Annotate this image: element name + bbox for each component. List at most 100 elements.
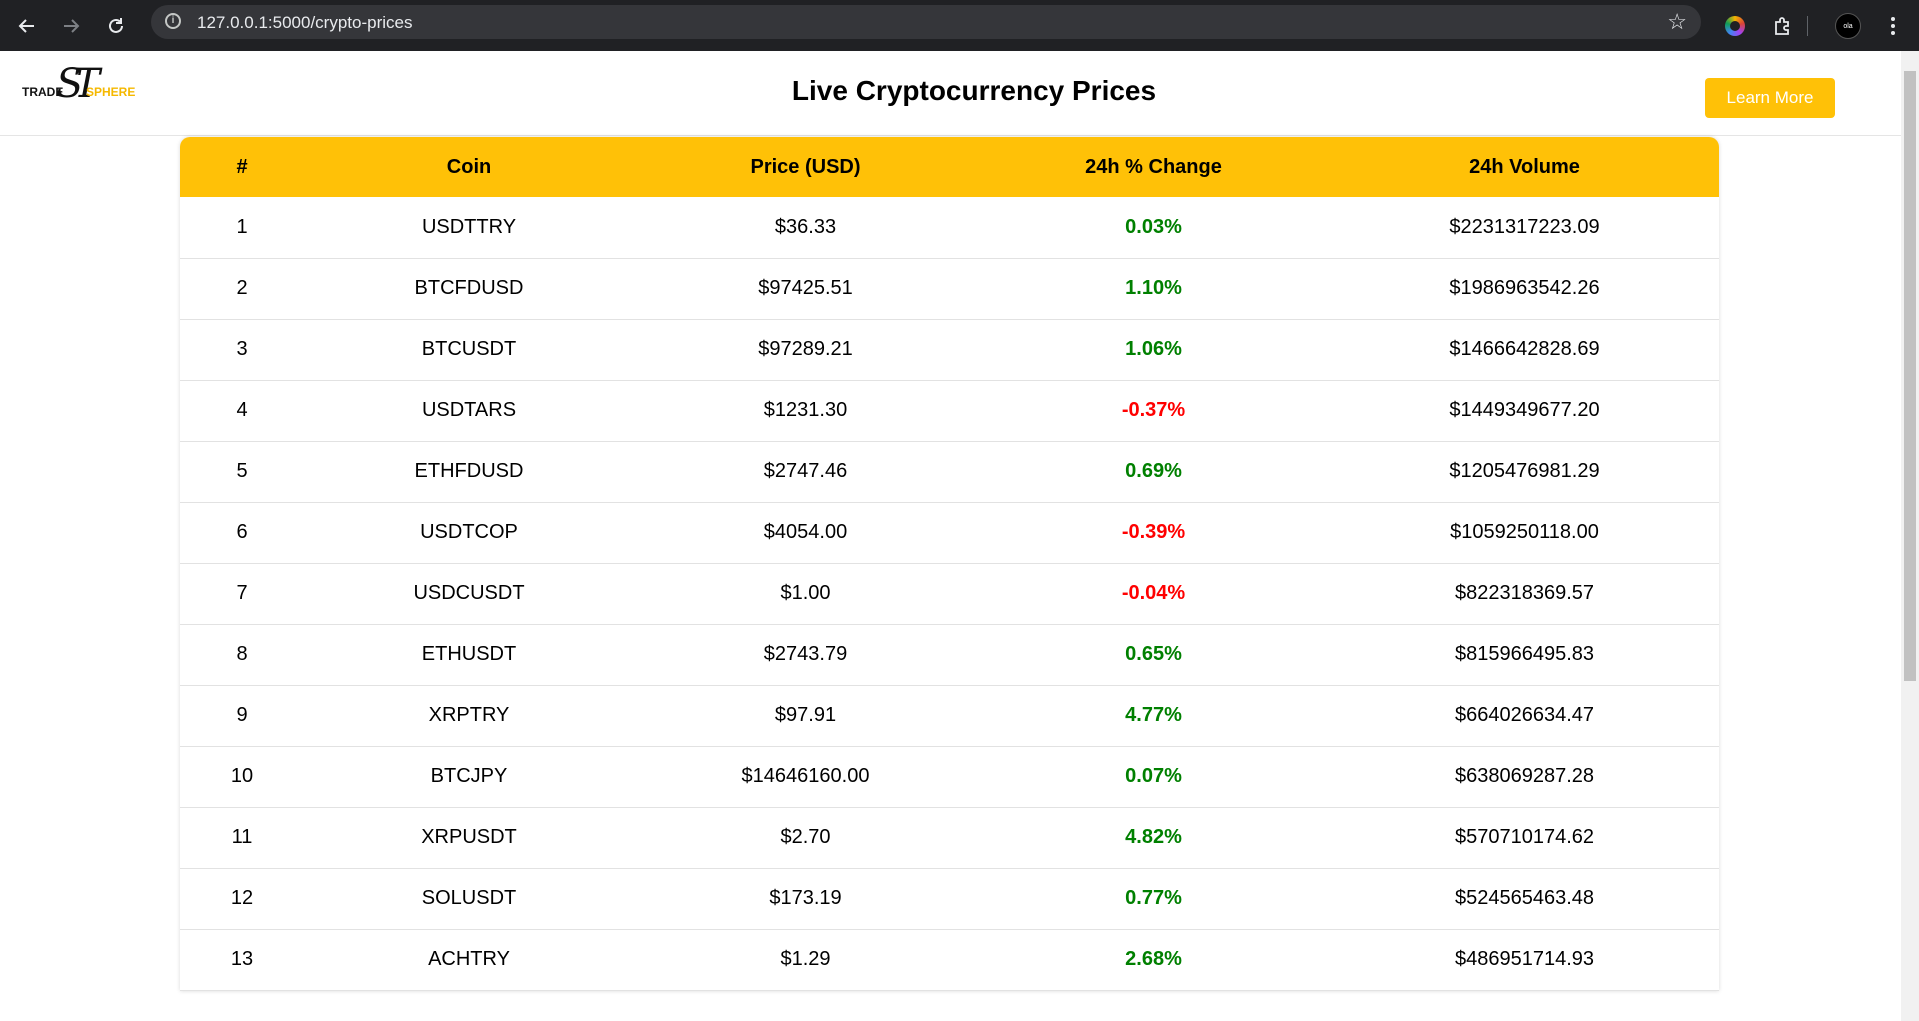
volume-cell: $1059250118.00 (1450, 521, 1599, 543)
table-row: 11 XRPUSDT $2.70 4.82% $570710174.62 (180, 807, 1719, 868)
table-row: 8 ETHUSDT $2743.79 0.65% $815966495.83 (180, 624, 1719, 685)
volume-cell: $486951714.93 (1454, 948, 1595, 970)
coin-cell: USDCUSDT (413, 582, 525, 604)
rank-cell: 3 (236, 338, 248, 360)
price-cell: $2.70 (780, 826, 831, 848)
price-cell: $1.00 (780, 582, 831, 604)
coin-cell: ACHTRY (428, 948, 510, 970)
page-title: Live Cryptocurrency Prices (791, 75, 1157, 106)
coin-cell: XRPUSDT (421, 826, 517, 848)
table-row: 10 BTCJPY $14646160.00 0.07% $638069287.28 (180, 746, 1719, 807)
table-row: 6 USDTCOP $4054.00 -0.39% $1059250118.00 (180, 502, 1719, 563)
volume-cell: $822318369.57 (1454, 582, 1595, 604)
coin-cell: BTCFDUSD (414, 277, 524, 299)
change-cell: 0.65% (1125, 643, 1182, 665)
color-profile-icon[interactable] (1718, 9, 1752, 43)
column-header-rank: # (236, 155, 248, 178)
volume-cell: $1466642828.69 (1449, 338, 1600, 360)
coin-cell: ETHUSDT (421, 643, 517, 665)
site-header: ST TRADE SPHERE Live Cryptocurrency Pric… (0, 51, 1901, 136)
volume-cell: $570710174.62 (1454, 826, 1595, 848)
column-header-coin: Coin (446, 155, 492, 178)
price-cell: $4054.00 (763, 521, 848, 543)
price-cell: $36.33 (774, 215, 837, 238)
table-row: 2 BTCFDUSD $97425.51 1.10% $1986963542.26 (180, 258, 1719, 319)
table-row: 12 SOLUSDT $173.19 0.77% $524565463.48 (180, 868, 1719, 929)
change-cell: 4.82% (1125, 826, 1182, 848)
browser-toolbar: i 127.0.0.1:5000/crypto-prices ☆ ola (0, 0, 1919, 51)
volume-cell: $524565463.48 (1454, 887, 1595, 909)
price-cell: $97425.51 (758, 277, 853, 299)
profile-avatar[interactable]: ola (1831, 9, 1865, 43)
price-cell: $2743.79 (763, 643, 848, 665)
avatar-text: ola (1835, 13, 1861, 39)
forward-arrow-icon[interactable] (54, 9, 88, 43)
table-row: 5 ETHFDUSD $2747.46 0.69% $1205476981.29 (180, 441, 1719, 502)
table-row: 13 ACHTRY $1.29 2.68% $486951714.93 (180, 929, 1719, 990)
rank-cell: 4 (236, 399, 248, 421)
rank-cell: 10 (230, 765, 254, 787)
table-row: 9 XRPTRY $97.91 4.77% $664026634.47 (180, 685, 1719, 746)
rank-cell: 6 (236, 521, 248, 543)
extensions-puzzle-icon[interactable] (1765, 9, 1799, 43)
table-row: 3 BTCUSDT $97289.21 1.06% $1466642828.69 (180, 319, 1719, 380)
page-scrollbar[interactable] (1901, 51, 1919, 1021)
rank-cell: 2 (236, 277, 248, 299)
coin-cell: BTCJPY (430, 765, 508, 787)
volume-cell: $815966495.83 (1454, 643, 1595, 665)
site-info-icon[interactable]: i (165, 13, 181, 29)
volume-cell: $638069287.28 (1454, 765, 1595, 787)
table-header-row: # Coin Price (USD) 24h % Change 24h Volu… (180, 137, 1719, 197)
change-cell: 2.68% (1125, 948, 1182, 970)
price-cell: $1231.30 (763, 399, 848, 421)
coin-cell: XRPTRY (428, 704, 510, 726)
column-header-price: Price (USD) (750, 155, 861, 178)
coin-cell: ETHFDUSD (414, 460, 524, 482)
volume-cell: $1986963542.26 (1449, 277, 1600, 299)
change-cell: 0.69% (1125, 460, 1182, 482)
rank-cell: 5 (236, 460, 248, 482)
change-cell: 0.77% (1125, 887, 1182, 909)
change-cell: 0.03% (1125, 215, 1182, 238)
coin-cell: USDTTRY (421, 215, 517, 238)
price-cell: $173.19 (769, 887, 842, 909)
rank-cell: 1 (236, 215, 248, 238)
back-arrow-icon[interactable] (10, 9, 44, 43)
rank-cell: 9 (236, 704, 248, 726)
change-cell: 4.77% (1125, 704, 1182, 726)
table-row: 7 USDCUSDT $1.00 -0.04% $822318369.57 (180, 563, 1719, 624)
change-cell: -0.37% (1121, 399, 1186, 421)
reload-icon[interactable] (99, 9, 133, 43)
coin-cell: SOLUSDT (421, 887, 517, 909)
change-cell: -0.04% (1121, 582, 1186, 604)
url-text[interactable]: 127.0.0.1:5000/crypto-prices (197, 13, 412, 33)
rank-cell: 7 (236, 582, 248, 604)
price-cell: $97289.21 (758, 338, 853, 360)
change-cell: 1.10% (1125, 277, 1182, 299)
price-cell: $97.91 (774, 704, 837, 726)
address-bar[interactable]: i 127.0.0.1:5000/crypto-prices ☆ (151, 5, 1701, 39)
change-cell: 0.07% (1125, 765, 1182, 787)
column-header-change: 24h % Change (1085, 155, 1222, 178)
volume-cell: $2231317223.09 (1449, 215, 1600, 238)
price-cell: $2747.46 (763, 460, 848, 482)
coin-cell: USDTARS (421, 399, 517, 421)
toolbar-divider (1807, 16, 1808, 36)
page-content: ST TRADE SPHERE Live Cryptocurrency Pric… (0, 51, 1901, 1021)
rank-cell: 8 (236, 643, 248, 665)
volume-cell: $664026634.47 (1454, 704, 1595, 726)
change-cell: 1.06% (1125, 338, 1182, 360)
column-header-volume: 24h Volume (1469, 155, 1580, 178)
volume-cell: $1205476981.29 (1449, 460, 1600, 482)
more-menu-icon[interactable] (1876, 9, 1910, 43)
bookmark-star-icon[interactable]: ☆ (1667, 9, 1687, 35)
volume-cell: $1449349677.20 (1449, 399, 1600, 421)
coin-cell: USDTCOP (420, 521, 518, 543)
learn-more-button[interactable]: Learn More (1705, 78, 1835, 118)
change-cell: -0.39% (1121, 521, 1186, 543)
scrollbar-thumb[interactable] (1904, 71, 1916, 681)
rank-cell: 11 (231, 826, 253, 848)
crypto-prices-table: # Coin Price (USD) 24h % Change 24h Volu… (180, 137, 1719, 991)
price-cell: $14646160.00 (741, 765, 870, 787)
table-row: 1 USDTTRY $36.33 0.03% $2231317223.09 (180, 197, 1719, 258)
